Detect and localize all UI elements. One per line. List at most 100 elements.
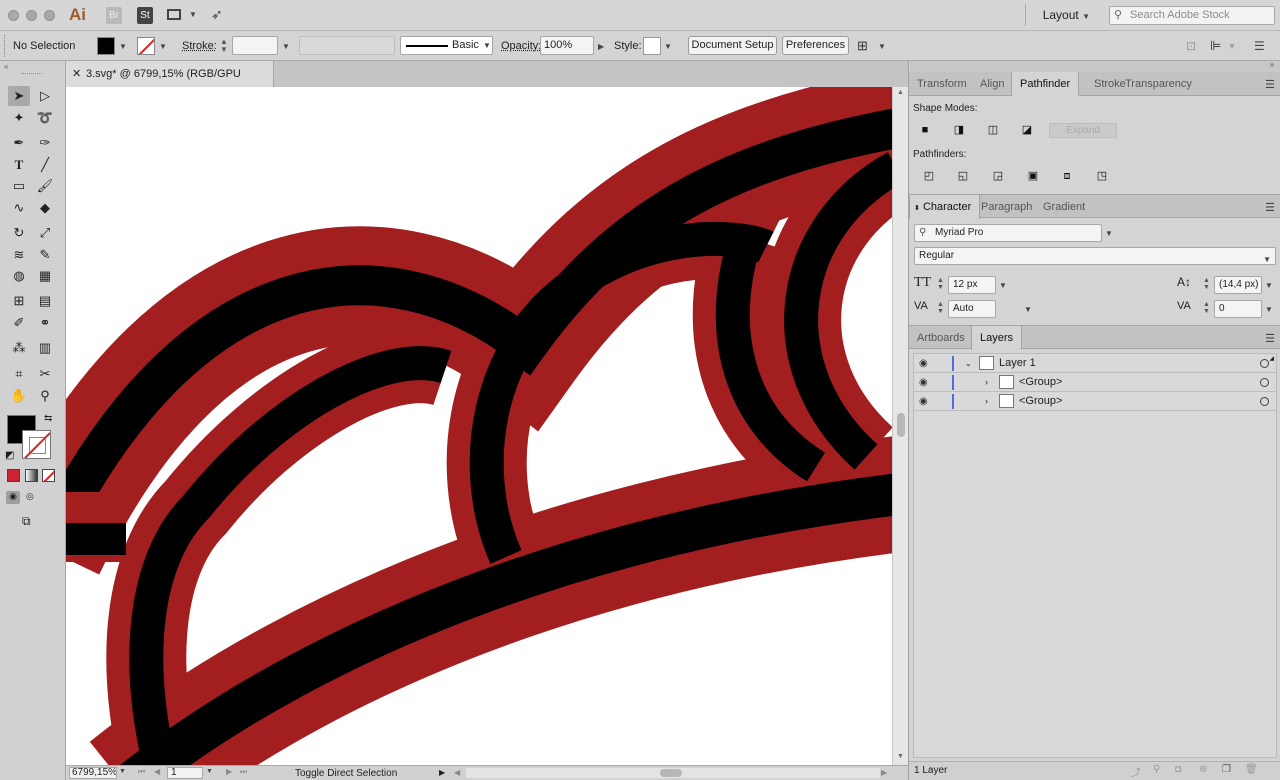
expand-chevron-right-icon[interactable]: › — [985, 392, 988, 411]
chevron-down-icon[interactable]: ▼ — [664, 42, 672, 51]
gpu-performance-icon[interactable]: ➶ — [211, 6, 223, 23]
panel-menu-icon[interactable]: ☰ — [1254, 39, 1265, 53]
document-setup-button[interactable]: Document Setup — [688, 36, 777, 55]
stroke-swatch[interactable] — [137, 37, 155, 55]
paintbrush-tool-icon[interactable]: 🖌 — [34, 176, 56, 196]
document-tab[interactable]: ✕ 3.svg* @ 6799,15% (RGB/GPU Preview) — [66, 61, 274, 106]
chevron-down-icon[interactable]: ▼ — [1265, 281, 1273, 290]
screen-mode-icon[interactable]: ⧉ — [22, 514, 31, 529]
visibility-eye-icon[interactable]: ◉ — [919, 373, 928, 392]
symbol-sprayer-tool-icon[interactable]: ⁂ — [8, 338, 30, 358]
first-artboard-icon[interactable]: ⏮ — [138, 767, 145, 777]
swap-fill-stroke-icon[interactable]: ⇆ — [44, 413, 52, 424]
tab-align[interactable]: Align — [972, 72, 1012, 96]
locate-object-icon[interactable]: ⚲ — [1153, 764, 1160, 775]
visibility-eye-icon[interactable]: ◉ — [919, 354, 928, 373]
merge-icon[interactable]: ◲ — [989, 168, 1007, 184]
stroke-stepper[interactable]: ▲ ▼ — [220, 38, 228, 54]
create-sublayer-icon[interactable]: ⊕ — [1199, 764, 1207, 775]
minus-front-icon[interactable]: ◨ — [950, 122, 968, 138]
kerning-stepper[interactable]: ▲ ▼ — [937, 301, 944, 315]
artboard-number-field[interactable]: 1 — [167, 767, 203, 779]
bridge-button[interactable]: Br — [106, 7, 122, 24]
intersect-icon[interactable]: ◫ — [984, 122, 1002, 138]
crop-icon[interactable]: ▣ — [1024, 168, 1042, 184]
gradient-mode-button[interactable] — [25, 469, 38, 482]
artboard-tool-icon[interactable]: ⌗ — [8, 364, 30, 384]
minimize-window-button[interactable] — [26, 10, 37, 21]
divide-icon[interactable]: ◰ — [920, 168, 938, 184]
rectangle-tool-icon[interactable]: ▭ — [8, 176, 30, 196]
stroke-color-swatch[interactable] — [22, 430, 51, 459]
kerning-field[interactable]: Auto — [948, 300, 996, 318]
chevron-down-icon[interactable]: ▼ — [999, 281, 1007, 290]
fill-swatch[interactable] — [97, 37, 115, 55]
font-size-field[interactable]: 12 px — [948, 276, 996, 294]
draw-inside-icon[interactable]: ◌ — [44, 491, 49, 501]
tab-artboards[interactable]: Artboards — [909, 326, 973, 350]
perspective-grid-tool-icon[interactable]: ▦ — [34, 266, 56, 286]
layer-row-group-1[interactable]: ◉ › <Group> — [913, 373, 1277, 392]
scroll-right-icon[interactable]: ▶ — [881, 768, 887, 777]
leading-field[interactable]: (14,4 px) — [1214, 276, 1262, 294]
slice-tool-icon[interactable]: ✂ — [34, 364, 56, 384]
tab-pathfinder[interactable]: Pathfinder — [1011, 72, 1080, 96]
type-tool-icon[interactable]: T — [8, 155, 30, 175]
gradient-tool-icon[interactable]: ▤ — [34, 291, 56, 311]
zoom-tool-icon[interactable]: ⚲ — [34, 386, 56, 406]
arrange-documents-icon[interactable] — [167, 9, 181, 20]
panel-menu-icon[interactable]: ☰ — [1265, 201, 1275, 214]
horizontal-scrollbar[interactable] — [466, 768, 880, 778]
tab-gradient[interactable]: Gradient — [1035, 195, 1093, 219]
isolation-icon[interactable]: ⊡ — [1186, 39, 1196, 53]
new-layer-icon[interactable]: ❐ — [1222, 764, 1231, 775]
variable-width-profile[interactable] — [299, 36, 395, 55]
vertical-scroll-thumb[interactable] — [897, 413, 905, 437]
zoom-window-button[interactable] — [44, 10, 55, 21]
search-stock-input[interactable]: ⚲ Search Adobe Stock — [1109, 6, 1275, 25]
collapse-panel-icon[interactable]: « — [4, 62, 8, 71]
shape-builder-tool-icon[interactable]: ◍ — [8, 266, 30, 286]
line-segment-tool-icon[interactable]: ╱ — [34, 155, 56, 175]
minus-back-icon[interactable]: ◳ — [1093, 168, 1111, 184]
chevron-down-icon[interactable]: ▼ — [189, 10, 197, 19]
collect-export-icon[interactable]: ⤴ — [1131, 764, 1141, 779]
tracking-stepper[interactable]: ▲ ▼ — [1203, 301, 1210, 315]
close-tab-icon[interactable]: ✕ — [72, 61, 81, 87]
grip-handle[interactable] — [22, 73, 42, 76]
shaper-tool-icon[interactable]: ∿ — [8, 198, 30, 218]
magic-wand-tool-icon[interactable]: ✦ — [8, 108, 30, 128]
chevron-down-icon[interactable]: ▼ — [878, 42, 886, 51]
chevron-down-icon[interactable]: ▼ — [1105, 229, 1113, 238]
outline-icon[interactable]: ⧈ — [1058, 168, 1076, 184]
visibility-eye-icon[interactable]: ◉ — [919, 392, 928, 411]
column-graph-tool-icon[interactable]: ▥ — [34, 338, 56, 358]
status-menu-arrow-icon[interactable]: ▶ — [439, 768, 445, 777]
draw-behind-icon[interactable]: ◎ — [26, 491, 34, 502]
expand-dock-icon[interactable]: » — [1270, 60, 1274, 69]
vertical-scrollbar[interactable]: ▲ ▼ — [892, 87, 908, 765]
layer-row-layer-1[interactable]: ◉ ⌄ Layer 1 — [913, 354, 1277, 373]
scroll-left-icon[interactable]: ◀ — [454, 768, 460, 777]
make-clipping-mask-icon[interactable]: ◘ — [1175, 764, 1181, 775]
stroke-weight-field[interactable] — [232, 36, 278, 55]
puppet-warp-tool-icon[interactable]: ✎ — [34, 245, 56, 265]
blend-tool-icon[interactable]: ⚭ — [34, 313, 56, 333]
last-artboard-icon[interactable]: ⏭ — [240, 767, 247, 777]
previous-artboard-icon[interactable]: ◀ — [154, 767, 160, 776]
tab-character[interactable]: ⬍ Character — [909, 195, 981, 219]
target-circle-icon[interactable] — [1260, 359, 1269, 368]
scale-tool-icon[interactable]: ⤢ — [34, 223, 56, 243]
tab-layers[interactable]: Layers — [971, 326, 1023, 350]
grip-handle[interactable] — [4, 35, 7, 57]
color-mode-button[interactable] — [7, 469, 20, 482]
draw-normal-icon[interactable]: ◉ — [6, 491, 20, 504]
expand-chevron-right-icon[interactable]: › — [985, 373, 988, 392]
preferences-button[interactable]: Preferences — [782, 36, 849, 55]
leading-stepper[interactable]: ▲ ▼ — [1203, 277, 1210, 291]
target-circle-icon[interactable] — [1260, 397, 1269, 406]
chevron-down-icon[interactable]: ▼ — [1265, 305, 1273, 314]
curvature-tool-icon[interactable]: ✑ — [34, 133, 56, 153]
next-artboard-icon[interactable]: ▶ — [226, 767, 232, 776]
trim-icon[interactable]: ◱ — [954, 168, 972, 184]
